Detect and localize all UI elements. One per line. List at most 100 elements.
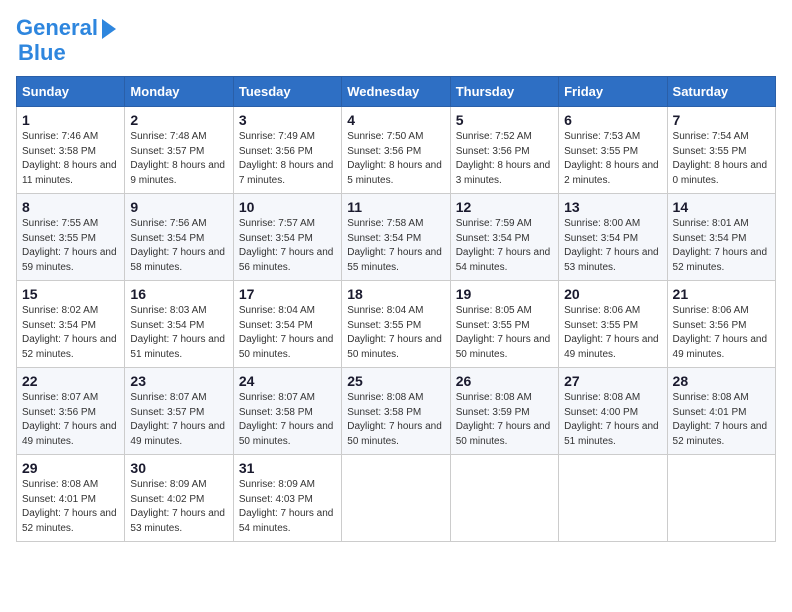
weekday-header-wednesday: Wednesday	[342, 77, 450, 107]
day-info: Sunrise: 8:08 AMSunset: 3:58 PMDaylight:…	[347, 391, 444, 449]
calendar-cell: 22 Sunrise: 8:07 AMSunset: 3:56 PMDaylig…	[17, 368, 125, 455]
calendar-cell: 4 Sunrise: 7:50 AMSunset: 3:56 PMDayligh…	[342, 107, 450, 194]
day-info: Sunrise: 8:08 AMSunset: 4:00 PMDaylight:…	[564, 391, 661, 449]
day-number: 29	[22, 460, 119, 476]
day-number: 30	[130, 460, 227, 476]
calendar-cell: 7 Sunrise: 7:54 AMSunset: 3:55 PMDayligh…	[667, 107, 775, 194]
day-info: Sunrise: 7:52 AMSunset: 3:56 PMDaylight:…	[456, 130, 553, 188]
calendar-cell: 18 Sunrise: 8:04 AMSunset: 3:55 PMDaylig…	[342, 281, 450, 368]
day-info: Sunrise: 8:05 AMSunset: 3:55 PMDaylight:…	[456, 304, 553, 362]
day-number: 18	[347, 286, 444, 302]
calendar-table: SundayMondayTuesdayWednesdayThursdayFrid…	[16, 76, 776, 542]
day-info: Sunrise: 7:56 AMSunset: 3:54 PMDaylight:…	[130, 217, 227, 275]
calendar-cell: 6 Sunrise: 7:53 AMSunset: 3:55 PMDayligh…	[559, 107, 667, 194]
calendar-cell: 12 Sunrise: 7:59 AMSunset: 3:54 PMDaylig…	[450, 194, 558, 281]
day-info: Sunrise: 7:48 AMSunset: 3:57 PMDaylight:…	[130, 130, 227, 188]
day-info: Sunrise: 8:01 AMSunset: 3:54 PMDaylight:…	[673, 217, 770, 275]
day-info: Sunrise: 8:07 AMSunset: 3:58 PMDaylight:…	[239, 391, 336, 449]
day-number: 3	[239, 112, 336, 128]
day-number: 9	[130, 199, 227, 215]
logo-text: General	[16, 16, 98, 40]
calendar-cell: 30 Sunrise: 8:09 AMSunset: 4:02 PMDaylig…	[125, 455, 233, 542]
day-info: Sunrise: 7:58 AMSunset: 3:54 PMDaylight:…	[347, 217, 444, 275]
weekday-header-sunday: Sunday	[17, 77, 125, 107]
calendar-cell	[559, 455, 667, 542]
calendar-cell	[342, 455, 450, 542]
calendar-cell: 1 Sunrise: 7:46 AMSunset: 3:58 PMDayligh…	[17, 107, 125, 194]
calendar-cell: 25 Sunrise: 8:08 AMSunset: 3:58 PMDaylig…	[342, 368, 450, 455]
day-number: 27	[564, 373, 661, 389]
calendar-cell: 16 Sunrise: 8:03 AMSunset: 3:54 PMDaylig…	[125, 281, 233, 368]
day-number: 23	[130, 373, 227, 389]
day-number: 14	[673, 199, 770, 215]
day-number: 6	[564, 112, 661, 128]
day-number: 31	[239, 460, 336, 476]
logo-blue: Blue	[18, 40, 66, 66]
weekday-header-friday: Friday	[559, 77, 667, 107]
day-info: Sunrise: 7:49 AMSunset: 3:56 PMDaylight:…	[239, 130, 336, 188]
day-number: 24	[239, 373, 336, 389]
calendar-cell: 27 Sunrise: 8:08 AMSunset: 4:00 PMDaylig…	[559, 368, 667, 455]
calendar-cell: 10 Sunrise: 7:57 AMSunset: 3:54 PMDaylig…	[233, 194, 341, 281]
calendar-cell: 19 Sunrise: 8:05 AMSunset: 3:55 PMDaylig…	[450, 281, 558, 368]
day-number: 25	[347, 373, 444, 389]
day-info: Sunrise: 8:06 AMSunset: 3:55 PMDaylight:…	[564, 304, 661, 362]
day-info: Sunrise: 7:55 AMSunset: 3:55 PMDaylight:…	[22, 217, 119, 275]
day-number: 28	[673, 373, 770, 389]
calendar-cell: 23 Sunrise: 8:07 AMSunset: 3:57 PMDaylig…	[125, 368, 233, 455]
day-info: Sunrise: 8:09 AMSunset: 4:02 PMDaylight:…	[130, 478, 227, 536]
weekday-header-monday: Monday	[125, 77, 233, 107]
day-number: 20	[564, 286, 661, 302]
day-info: Sunrise: 8:02 AMSunset: 3:54 PMDaylight:…	[22, 304, 119, 362]
calendar-cell: 9 Sunrise: 7:56 AMSunset: 3:54 PMDayligh…	[125, 194, 233, 281]
day-info: Sunrise: 7:53 AMSunset: 3:55 PMDaylight:…	[564, 130, 661, 188]
day-info: Sunrise: 8:08 AMSunset: 4:01 PMDaylight:…	[673, 391, 770, 449]
day-info: Sunrise: 7:54 AMSunset: 3:55 PMDaylight:…	[673, 130, 770, 188]
calendar-cell: 17 Sunrise: 8:04 AMSunset: 3:54 PMDaylig…	[233, 281, 341, 368]
day-info: Sunrise: 7:50 AMSunset: 3:56 PMDaylight:…	[347, 130, 444, 188]
calendar-cell: 28 Sunrise: 8:08 AMSunset: 4:01 PMDaylig…	[667, 368, 775, 455]
day-number: 2	[130, 112, 227, 128]
day-info: Sunrise: 7:57 AMSunset: 3:54 PMDaylight:…	[239, 217, 336, 275]
calendar-cell	[450, 455, 558, 542]
logo: General Blue	[16, 16, 116, 66]
weekday-header-tuesday: Tuesday	[233, 77, 341, 107]
day-number: 10	[239, 199, 336, 215]
calendar-cell	[667, 455, 775, 542]
calendar-cell: 24 Sunrise: 8:07 AMSunset: 3:58 PMDaylig…	[233, 368, 341, 455]
day-number: 11	[347, 199, 444, 215]
day-info: Sunrise: 8:08 AMSunset: 3:59 PMDaylight:…	[456, 391, 553, 449]
calendar-cell: 15 Sunrise: 8:02 AMSunset: 3:54 PMDaylig…	[17, 281, 125, 368]
calendar-cell: 5 Sunrise: 7:52 AMSunset: 3:56 PMDayligh…	[450, 107, 558, 194]
day-number: 26	[456, 373, 553, 389]
day-number: 8	[22, 199, 119, 215]
calendar-cell: 13 Sunrise: 8:00 AMSunset: 3:54 PMDaylig…	[559, 194, 667, 281]
weekday-header-thursday: Thursday	[450, 77, 558, 107]
day-number: 1	[22, 112, 119, 128]
calendar-cell: 2 Sunrise: 7:48 AMSunset: 3:57 PMDayligh…	[125, 107, 233, 194]
calendar-cell: 29 Sunrise: 8:08 AMSunset: 4:01 PMDaylig…	[17, 455, 125, 542]
calendar-cell: 20 Sunrise: 8:06 AMSunset: 3:55 PMDaylig…	[559, 281, 667, 368]
day-info: Sunrise: 8:04 AMSunset: 3:55 PMDaylight:…	[347, 304, 444, 362]
calendar-cell: 31 Sunrise: 8:09 AMSunset: 4:03 PMDaylig…	[233, 455, 341, 542]
day-number: 19	[456, 286, 553, 302]
day-number: 21	[673, 286, 770, 302]
day-info: Sunrise: 8:09 AMSunset: 4:03 PMDaylight:…	[239, 478, 336, 536]
day-info: Sunrise: 8:00 AMSunset: 3:54 PMDaylight:…	[564, 217, 661, 275]
day-number: 22	[22, 373, 119, 389]
page-header: General Blue	[16, 16, 776, 66]
day-number: 17	[239, 286, 336, 302]
calendar-cell: 11 Sunrise: 7:58 AMSunset: 3:54 PMDaylig…	[342, 194, 450, 281]
calendar-cell: 14 Sunrise: 8:01 AMSunset: 3:54 PMDaylig…	[667, 194, 775, 281]
calendar-cell: 8 Sunrise: 7:55 AMSunset: 3:55 PMDayligh…	[17, 194, 125, 281]
day-info: Sunrise: 8:04 AMSunset: 3:54 PMDaylight:…	[239, 304, 336, 362]
calendar-cell: 21 Sunrise: 8:06 AMSunset: 3:56 PMDaylig…	[667, 281, 775, 368]
day-number: 5	[456, 112, 553, 128]
day-number: 13	[564, 199, 661, 215]
day-info: Sunrise: 7:46 AMSunset: 3:58 PMDaylight:…	[22, 130, 119, 188]
day-number: 7	[673, 112, 770, 128]
day-number: 15	[22, 286, 119, 302]
day-number: 12	[456, 199, 553, 215]
day-info: Sunrise: 8:08 AMSunset: 4:01 PMDaylight:…	[22, 478, 119, 536]
weekday-header-saturday: Saturday	[667, 77, 775, 107]
